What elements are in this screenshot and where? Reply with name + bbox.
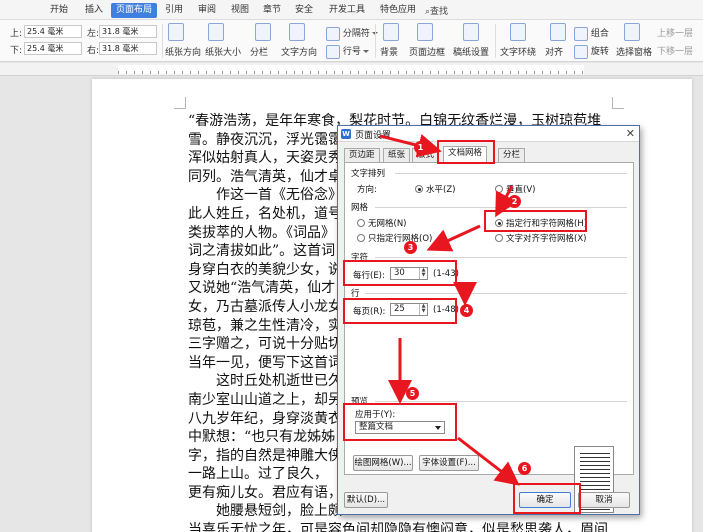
annotation-badge: 4 [460,304,473,317]
annotation-arrow [457,436,520,486]
annotation-badge: 2 [508,195,521,208]
annotation-badge: 3 [404,241,417,254]
annotation-badge: 5 [406,387,419,400]
annotation-badge: 1 [414,141,427,154]
annotation-arrows [379,133,520,486]
annotation-arrow [426,224,481,252]
annotation-arrow [379,133,442,158]
annotation-badge: 6 [518,462,531,475]
